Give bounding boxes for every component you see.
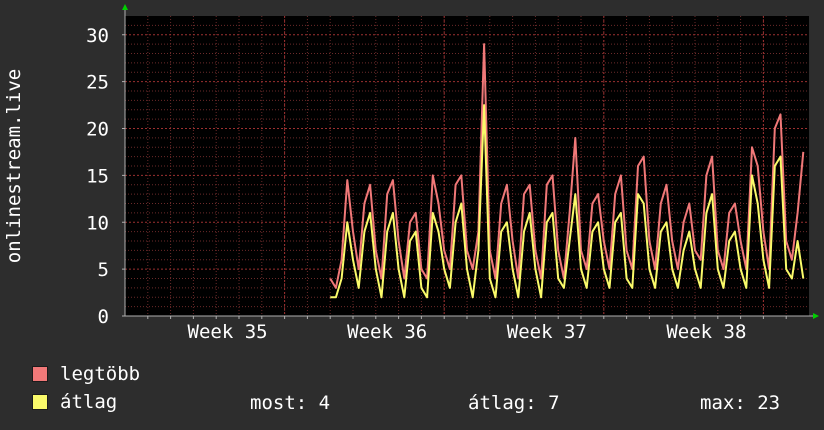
y-tick-label: 15 <box>86 165 109 187</box>
rrd-graph: 0 5 10 15 20 25 30 Week 35 Week 36 Week 37 Week 3… <box>0 0 824 430</box>
y-tick-label: 20 <box>86 119 109 141</box>
y-tick-label: 5 <box>98 259 109 281</box>
y-tick-label: 30 <box>86 25 109 47</box>
x-axis-arrow <box>813 313 819 319</box>
x-tick-label: Week 35 <box>188 321 268 343</box>
legend-max-label: legtöbb <box>60 363 141 385</box>
y-axis-arrow <box>122 4 128 10</box>
stat-current: most: 4 <box>250 392 331 414</box>
y-tick-labels: 0 5 10 15 20 25 30 <box>86 25 109 328</box>
x-tick-label: Week 36 <box>347 321 427 343</box>
y-tick-label: 25 <box>86 72 109 94</box>
max-swatch <box>32 366 48 382</box>
y-tick-label: 0 <box>98 306 109 328</box>
stat-maximum: max: 23 <box>700 392 781 414</box>
y-tick-label: 10 <box>86 212 109 234</box>
legend-max: legtöbb <box>32 363 141 385</box>
avg-swatch <box>32 394 48 410</box>
x-tick-label: Week 37 <box>507 321 587 343</box>
y-axis-label: onlinestream.live <box>3 69 25 263</box>
legend-avg: átlag <box>32 391 118 413</box>
x-tick-labels: Week 35 Week 36 Week 37 Week 38 <box>188 321 747 343</box>
legend-avg-label: átlag <box>60 391 118 413</box>
stat-average: átlag: 7 <box>468 392 560 414</box>
x-tick-label: Week 38 <box>666 321 746 343</box>
